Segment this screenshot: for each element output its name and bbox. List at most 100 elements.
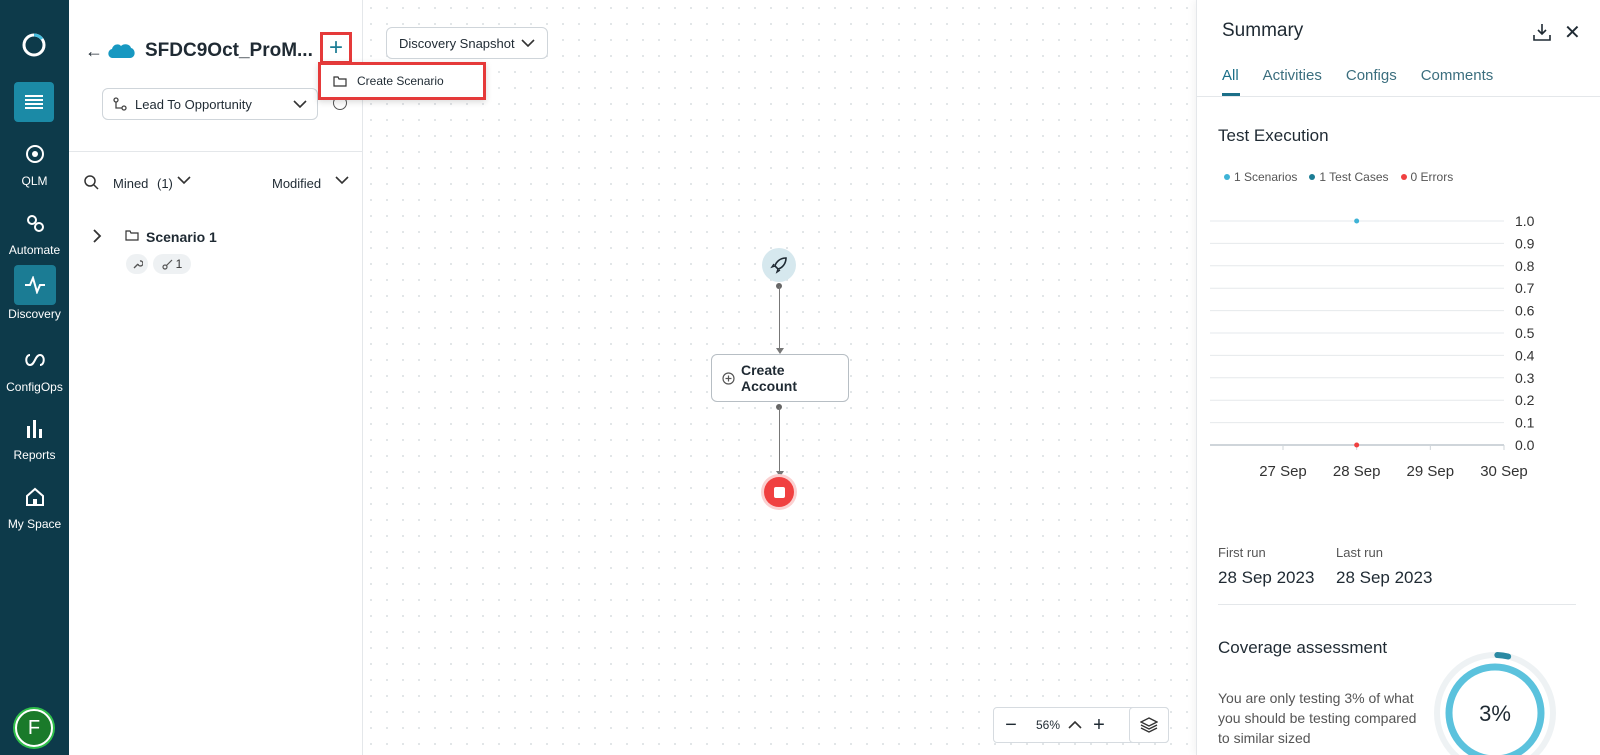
chevron-down-icon [521,39,535,47]
folder-icon [333,76,347,87]
y-tick-label: 0.4 [1515,347,1535,363]
tab-comments[interactable]: Comments [1421,67,1494,84]
chevron-right-icon[interactable] [91,228,103,244]
legend-label: 0 Errors [1410,170,1454,184]
flow-canvas[interactable]: Discovery Snapshot Create Scenario Creat… [318,0,1196,755]
coverage-value: 3% [1479,701,1511,726]
rail-label: QLM [21,174,48,188]
chevron-down-icon[interactable] [335,173,349,187]
infinity-icon [24,353,45,367]
sort-label[interactable]: Modified [272,176,321,191]
project-title: SFDC9Oct_ProM... [145,40,313,61]
rail-label: Discovery [8,307,61,321]
legend-swatch [1309,174,1316,180]
left-rail: QLM Automate Discovery ConfigOps Reports [0,0,69,755]
add-dropdown-menu: Create Scenario [318,62,486,100]
create-scenario-menu-item[interactable]: Create Scenario [357,74,444,88]
chart-legend: 1 Scenarios 1 Test Cases 0 Errors [1224,170,1453,184]
search-icon[interactable] [83,174,99,190]
x-tick-label: 28 Sep [1333,463,1381,480]
legend-swatch [1224,174,1230,180]
start-node[interactable] [762,248,796,282]
action-node-label: Create Account [741,362,797,394]
key-chip: 1 [153,254,191,274]
y-tick-label: 0.5 [1515,325,1535,341]
pulse-icon [24,276,45,294]
summary-title: Summary [1222,20,1304,41]
summary-drawer: Summary ✕ All Activities Configs Comment… [1196,0,1600,755]
plus-icon: + [328,34,343,61]
zoom-out-button[interactable]: − [994,707,1028,743]
panel-divider [69,151,363,152]
chevron-down-icon [293,100,307,108]
tab-configs[interactable]: Configs [1346,67,1397,84]
layers-button[interactable] [1129,707,1169,743]
y-tick-label: 0.7 [1515,280,1535,296]
coverage-arc [1494,652,1512,660]
add-button[interactable]: + [320,32,352,64]
wrench-icon [133,259,143,268]
connector-line [779,286,780,350]
summary-tabs: All Activities Configs Comments [1222,67,1493,84]
coverage-donut: 3% [1434,652,1556,755]
legend-item: 1 Test Cases [1309,170,1389,184]
tab-activities[interactable]: Activities [1263,67,1322,84]
download-icon[interactable] [1532,22,1552,42]
rail-label: My Space [7,517,62,531]
y-tick-label: 0.6 [1515,303,1535,319]
back-arrow-icon[interactable]: ← [85,41,103,62]
menu-button[interactable] [14,82,54,122]
rail-label: ConfigOps [6,380,63,394]
data-point [1354,442,1360,448]
list-icon [25,95,43,109]
rail-item-reports[interactable]: Reports [0,410,69,462]
zoom-in-button[interactable]: + [1082,707,1116,743]
rail-item-qlm[interactable]: QLM [0,136,69,188]
snapshot-select[interactable]: Discovery Snapshot [386,27,548,59]
y-tick-label: 1.0 [1515,213,1535,229]
stop-icon [773,486,785,498]
action-node[interactable]: Create Account [711,354,849,402]
rail-item-discovery[interactable]: Discovery [0,265,69,321]
app-root: QLM Automate Discovery ConfigOps Reports [0,0,1600,755]
y-tick-label: 0.9 [1515,235,1535,251]
scenario-name: Scenario 1 [146,229,217,245]
chevron-up-icon[interactable] [1068,721,1082,729]
y-tick-label: 0.0 [1515,437,1535,453]
tree-item-scenario[interactable]: Scenario 1 1 [89,224,349,284]
legend-swatch [1400,174,1407,180]
y-tick-label: 0.1 [1515,415,1535,431]
user-avatar[interactable]: F [15,709,53,747]
zoom-level: 56% [1035,718,1061,732]
bar-chart-icon [26,420,42,438]
filter-row: Mined (1) Modified [83,174,353,194]
rail-item-automate[interactable]: Automate [0,205,69,257]
test-execution-title: Test Execution [1218,126,1329,145]
wrench-chip [126,254,148,274]
first-run-value: 28 Sep 2023 [1218,568,1315,587]
data-point [1354,218,1360,224]
layers-icon [1140,717,1158,733]
branch-icon [113,97,127,111]
close-icon[interactable]: ✕ [1564,20,1581,45]
end-node[interactable] [764,477,794,507]
x-tick-label: 27 Sep [1259,463,1307,480]
rail-item-my-space[interactable]: My Space [0,479,69,531]
chevron-down-icon[interactable] [177,173,191,187]
legend-label: 1 Scenarios [1234,170,1298,184]
target-icon [25,145,44,163]
mined-filter-label[interactable]: Mined [113,176,148,191]
legend-item: 1 Scenarios [1224,170,1297,184]
tab-all[interactable]: All [1222,67,1239,84]
flow-select[interactable]: Lead To Opportunity [102,88,318,120]
last-run-value: 28 Sep 2023 [1336,568,1433,587]
tabs-divider [1197,96,1600,97]
plus-circle-icon [722,371,735,385]
rail-label: Reports [13,448,56,462]
first-run-label: First run [1218,545,1266,560]
rail-item-configops[interactable]: ConfigOps [0,342,69,394]
first-run: First run 28 Sep 2023 [1218,545,1314,588]
app-logo-icon[interactable] [20,30,48,58]
connector-line [779,407,780,473]
snapshot-select-value: Discovery Snapshot [399,35,515,51]
